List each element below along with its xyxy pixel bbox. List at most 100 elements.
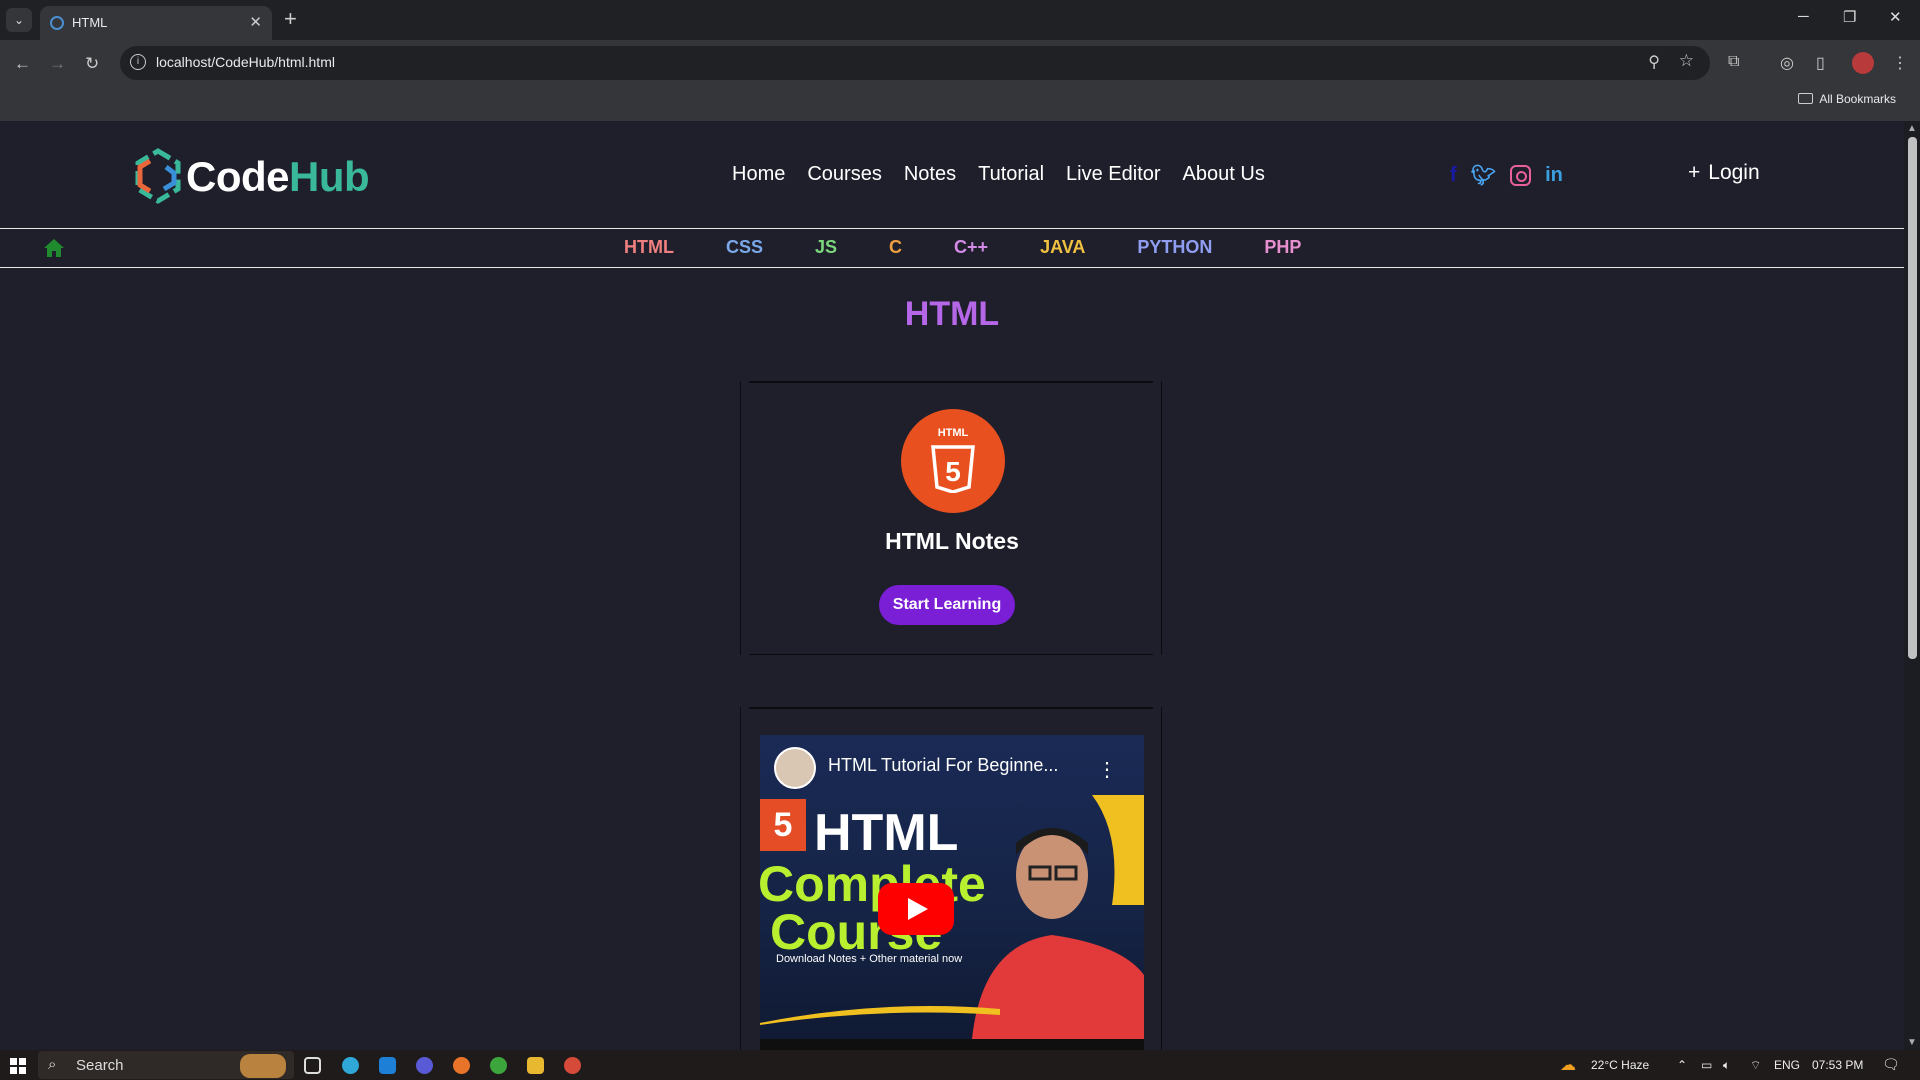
minimize-icon[interactable]: ─ [1798, 8, 1809, 25]
extensions-icon[interactable]: ⧉ [1728, 53, 1739, 71]
nav-tutorial[interactable]: Tutorial [978, 163, 1044, 186]
side-panel-icon[interactable]: ▯ [1816, 53, 1825, 73]
nav-live-editor[interactable]: Live Editor [1066, 163, 1161, 186]
search-icon: ⌕ [48, 1056, 57, 1073]
page-title: HTML [904, 295, 1000, 333]
social-links: f 🐦︎ in [1450, 163, 1563, 188]
forward-icon[interactable]: → [49, 54, 66, 74]
chrome-active-icon[interactable] [564, 1057, 581, 1074]
bookmark-star-icon[interactable]: ☆ [1679, 51, 1694, 71]
close-tab-icon[interactable]: ✕ [249, 13, 262, 31]
lang-java[interactable]: JAVA [1040, 237, 1085, 258]
tab-search-dropdown-icon[interactable]: ⌄ [6, 8, 32, 32]
channel-avatar[interactable] [774, 747, 816, 789]
thumbnail-heading: HTML [814, 804, 959, 862]
tray-chevron-icon[interactable]: ⌃ [1677, 1058, 1687, 1072]
browser-tab-bar: ⌄ HTML ✕ + ─ ❐ ✕ [0, 0, 1920, 40]
card-bottom-divider [749, 653, 1153, 655]
facebook-icon[interactable]: f [1450, 164, 1457, 187]
performance-icon[interactable]: ◎ [1780, 53, 1794, 73]
tab-title: HTML [72, 15, 108, 30]
address-bar[interactable]: i localhost/CodeHub/html.html ⚲ ☆ [120, 46, 1710, 80]
close-window-icon[interactable]: ✕ [1889, 8, 1902, 26]
all-bookmarks[interactable]: All Bookmarks [1798, 92, 1896, 106]
input-language[interactable]: ENG [1774, 1058, 1800, 1072]
taskbar-search[interactable]: ⌕ Search [38, 1051, 294, 1079]
url-text[interactable]: localhost/CodeHub/html.html [156, 54, 335, 70]
thumbnail-swoosh [760, 1006, 1000, 1025]
twitter-icon[interactable]: 🐦︎ [1471, 163, 1496, 188]
all-bookmarks-label: All Bookmarks [1819, 92, 1896, 106]
site-info-icon[interactable]: i [130, 54, 146, 70]
scroll-down-icon[interactable]: ▼ [1907, 1037, 1917, 1048]
media-player-icon[interactable] [416, 1057, 433, 1074]
tab-favicon-icon [50, 16, 64, 30]
chrome-icon[interactable] [490, 1057, 507, 1074]
scroll-up-icon[interactable]: ▲ [1907, 123, 1917, 134]
thumbnail-subtitle: Download Notes + Other material now [776, 953, 963, 965]
weather-text[interactable]: 22°C Haze [1591, 1058, 1649, 1072]
login-label: Login [1708, 161, 1760, 184]
lang-css[interactable]: CSS [726, 237, 763, 258]
site-name: CodeHub [186, 153, 370, 201]
nav-notes[interactable]: Notes [904, 163, 956, 186]
html5-logo-text: HTML [937, 427, 969, 439]
battery-icon[interactable]: ▭ [1701, 1058, 1712, 1072]
nav-about-us[interactable]: About Us [1183, 163, 1265, 186]
restore-icon[interactable]: ❐ [1843, 8, 1856, 26]
logo-code-text: Code [186, 153, 290, 200]
notes-card: HTML 5 HTML Notes Start Learning [740, 381, 1162, 655]
browser-tab[interactable]: HTML ✕ [40, 6, 272, 40]
back-icon[interactable]: ← [14, 54, 31, 74]
start-learning-button[interactable]: Start Learning [879, 585, 1015, 625]
logo-mark-icon [135, 148, 181, 204]
youtube-embed[interactable]: HTML Tutorial For Beginne... ⋮ 5 HTML Co… [760, 735, 1144, 1050]
nav-home[interactable]: Home [732, 163, 785, 186]
scrollbar-thumb[interactable] [1908, 137, 1917, 659]
new-tab-icon[interactable]: + [284, 6, 297, 32]
profile-avatar[interactable] [1852, 52, 1874, 74]
language-links: HTML CSS JS C C++ JAVA PYTHON PHP [624, 237, 1301, 258]
instagram-icon[interactable] [1510, 165, 1532, 186]
lang-c[interactable]: C [889, 237, 902, 258]
play-button-icon[interactable] [878, 883, 954, 935]
lang-html[interactable]: HTML [624, 237, 674, 258]
home-icon[interactable] [44, 239, 64, 257]
weather-icon[interactable]: ☁ [1560, 1055, 1576, 1075]
video-more-icon[interactable]: ⋮ [1097, 757, 1117, 782]
search-highlight-image [240, 1054, 286, 1078]
logo-hub-text: Hub [289, 153, 370, 200]
lang-python[interactable]: PYTHON [1137, 237, 1212, 258]
page: CodeHub Home Courses Notes Tutorial Live… [0, 121, 1904, 1050]
taskbar: ⌕ Search ☁ 22°C Haze ⌃ ▭ 🔈︎ ⌔ ENG 07:53 … [0, 1050, 1920, 1080]
linkedin-icon[interactable]: in [1545, 164, 1563, 187]
file-explorer-icon[interactable] [527, 1057, 544, 1074]
video-card: HTML Tutorial For Beginne... ⋮ 5 HTML Co… [740, 707, 1162, 1050]
wifi-icon[interactable]: ⌔ [1750, 1058, 1761, 1073]
login-button[interactable]: + Login [1688, 161, 1760, 185]
language-bar: HTML CSS JS C C++ JAVA PYTHON PHP [0, 228, 1904, 268]
notifications-icon[interactable]: 🗨︎ [1882, 1056, 1900, 1073]
login-plus-icon: + [1688, 161, 1701, 184]
menu-kebab-icon[interactable]: ⋮ [1892, 53, 1908, 73]
edge-icon[interactable] [342, 1057, 359, 1074]
firefox-icon[interactable] [453, 1057, 470, 1074]
volume-muted-icon[interactable]: 🔈︎ [1723, 1058, 1730, 1073]
lang-php[interactable]: PHP [1264, 237, 1301, 258]
card-title: HTML Notes [885, 528, 1019, 554]
video-title[interactable]: HTML Tutorial For Beginne... [828, 755, 1058, 776]
lang-cpp[interactable]: C++ [954, 237, 988, 258]
windows-start-icon[interactable] [10, 1058, 26, 1074]
clock[interactable]: 07:53 PM [1812, 1058, 1863, 1072]
card-top-divider [749, 381, 1153, 383]
nav-courses[interactable]: Courses [807, 163, 881, 186]
mail-icon[interactable] [379, 1057, 396, 1074]
task-view-icon[interactable] [304, 1057, 321, 1074]
page-scrollbar[interactable]: ▲ ▼ [1904, 121, 1920, 1050]
video-card-divider [749, 707, 1153, 709]
lang-js[interactable]: JS [815, 237, 837, 258]
zoom-icon[interactable]: ⚲ [1648, 52, 1660, 72]
reload-icon[interactable]: ↻ [85, 54, 99, 74]
html5-shield-icon: 5 [931, 445, 975, 493]
browser-toolbar: ← → ↻ i localhost/CodeHub/html.html ⚲ ☆ … [0, 40, 1920, 126]
